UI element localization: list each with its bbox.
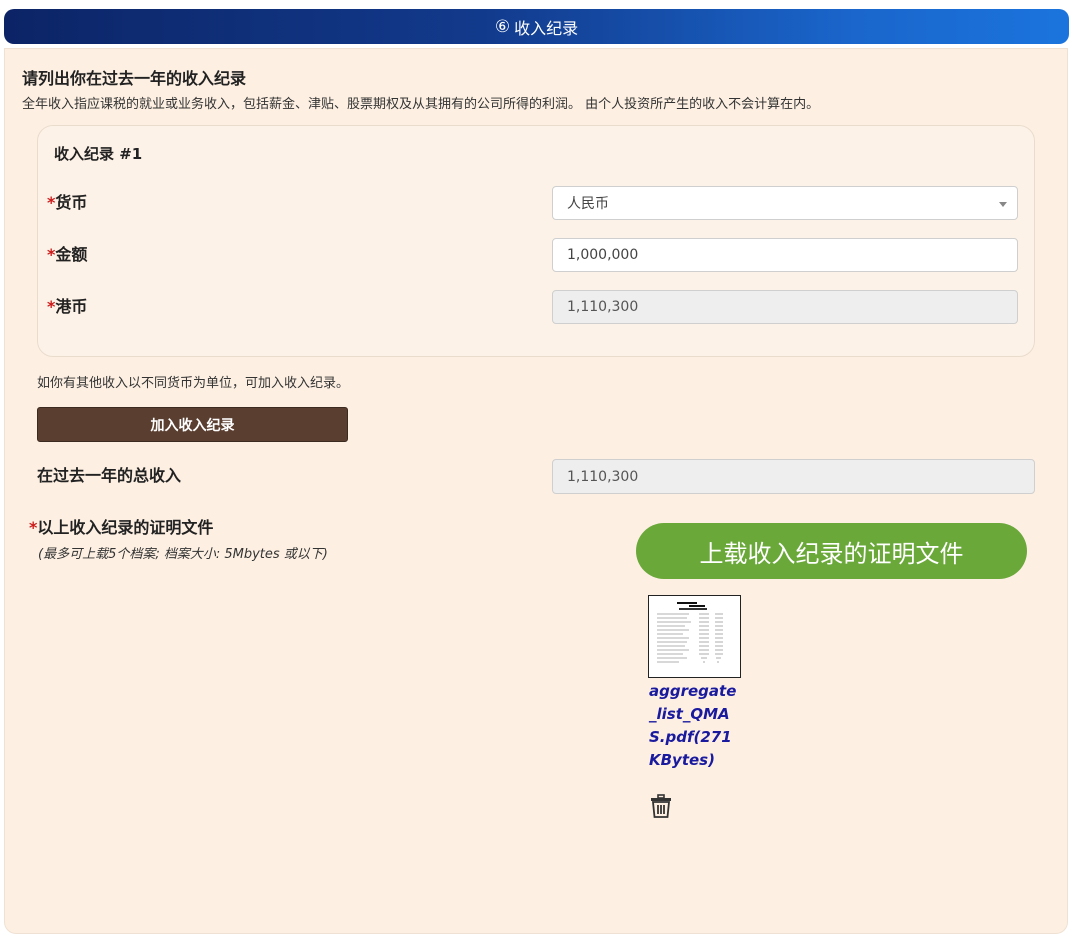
section-header: ⑥ 收入纪录: [4, 9, 1069, 44]
amount-input[interactable]: 1,000,000: [552, 238, 1018, 272]
uploaded-file-link[interactable]: aggregate_list_QMAS.pdf(271KBytes): [649, 680, 739, 772]
proof-label-text: 以上收入纪录的证明文件: [37, 518, 214, 537]
upload-limit-note: (最多可上载5个档案; 档案大小: 5Mbytes 或以下): [38, 547, 328, 562]
section-title: 请列出你在过去一年的收入纪录: [22, 69, 247, 88]
hkd-value: 1,110,300: [567, 299, 639, 315]
pdf-thumbnail-icon[interactable]: [648, 595, 741, 678]
trash-icon[interactable]: [650, 794, 672, 818]
currency-label: *货币: [47, 189, 87, 213]
hkd-label-text: 港币: [55, 297, 88, 316]
amount-label-text: 金额: [55, 245, 88, 264]
currency-select[interactable]: 人民币: [552, 186, 1018, 220]
add-income-record-button[interactable]: 加入收入纪录: [37, 407, 348, 442]
amount-label: *金额: [47, 241, 87, 265]
hkd-readonly-field: 1,110,300: [552, 290, 1018, 324]
record-title: 收入纪录 #1: [54, 145, 143, 163]
step-number: ⑥: [494, 16, 511, 37]
chevron-down-icon: [999, 202, 1007, 207]
section-description: 全年收入指应课税的就业或业务收入，包括薪金、津贴、股票期权及从其拥有的公司所得的…: [22, 97, 820, 112]
total-income-field: 1,110,300: [552, 459, 1035, 494]
add-record-hint: 如你有其他收入以不同货币为单位，可加入收入纪录。: [37, 376, 350, 391]
currency-value: 人民币: [567, 196, 609, 212]
currency-label-text: 货币: [55, 193, 88, 212]
amount-value: 1,000,000: [567, 247, 639, 263]
proof-documents-label: *以上收入纪录的证明文件: [29, 514, 213, 538]
total-income-label: 在过去一年的总收入: [37, 466, 182, 485]
upload-proof-button[interactable]: 上载收入纪录的证明文件: [636, 523, 1027, 579]
total-income-value: 1,110,300: [567, 468, 639, 485]
hkd-label: *港币: [47, 293, 87, 317]
section-header-title: 收入纪录: [514, 18, 579, 38]
